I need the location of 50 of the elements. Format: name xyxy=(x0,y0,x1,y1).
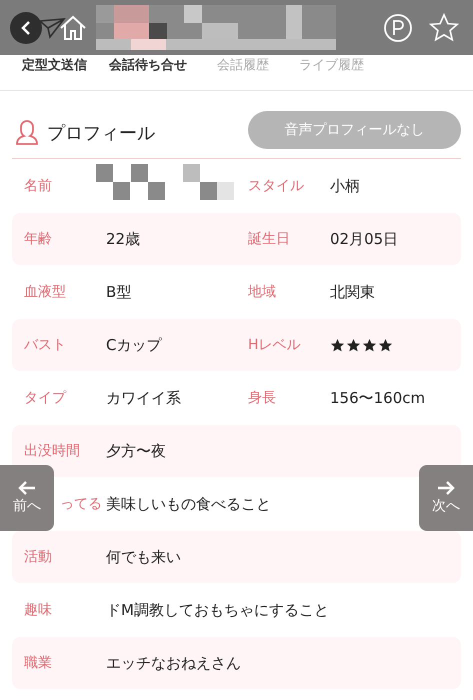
star-icon xyxy=(330,338,345,352)
next-button[interactable]: 次へ xyxy=(419,465,473,531)
field-label: 活動 xyxy=(24,548,52,566)
home-button[interactable] xyxy=(58,14,88,42)
favorite-button[interactable] xyxy=(429,12,459,42)
section-title: プロフィール xyxy=(47,122,155,146)
arrow-left-icon xyxy=(17,480,37,496)
star-icon xyxy=(378,338,393,352)
star-icon xyxy=(362,338,377,352)
previous-button[interactable]: 前へ xyxy=(0,465,54,531)
field-label: スタイル xyxy=(248,176,304,196)
field-value: 夕方〜夜 xyxy=(106,440,166,462)
field-value: 02月05日 xyxy=(330,228,398,250)
field-label: Hレベル xyxy=(248,336,301,354)
field-value: Cカップ xyxy=(106,334,162,356)
field-value: 美味しいもの食べること xyxy=(106,494,271,515)
field-value: 156〜160cm xyxy=(330,388,426,409)
person-icon xyxy=(15,119,39,147)
field-label: 誕生日 xyxy=(248,230,290,248)
field-value: 何でも来い xyxy=(106,546,181,568)
arrow-right-icon xyxy=(436,480,456,496)
field-value: エッチなおねえさん xyxy=(106,652,241,674)
field-value: 北関東 xyxy=(330,282,375,303)
field-label: 職業 xyxy=(24,654,52,672)
field-value: B型 xyxy=(106,282,132,303)
field-value: 22歳 xyxy=(106,228,140,250)
field-label: 出没時間 xyxy=(24,442,80,460)
field-label: 地域 xyxy=(248,282,276,302)
field-value: 小柄 xyxy=(330,176,360,197)
paper-plane-icon xyxy=(38,16,66,38)
circled-p-icon xyxy=(383,12,413,42)
field-label: ってる xyxy=(60,494,102,514)
field-label: 年齢 xyxy=(24,230,52,248)
voice-profile-button[interactable]: 音声プロフィールなし xyxy=(248,111,461,149)
field-label: 趣味 xyxy=(24,600,52,620)
field-label: 血液型 xyxy=(24,282,66,302)
tab[interactable]: 会話待ち合せ xyxy=(109,56,187,76)
back-button[interactable] xyxy=(10,12,42,44)
field-label: 名前 xyxy=(24,176,52,196)
chevron-left-icon xyxy=(20,20,32,36)
points-button[interactable] xyxy=(383,12,413,42)
field-label: バスト xyxy=(24,336,66,354)
tab[interactable]: 定型文送信 xyxy=(22,56,87,76)
star-icon xyxy=(346,338,361,352)
field-value: カワイイ系 xyxy=(106,388,181,409)
field-value: ドM調教しておもちゃにすること xyxy=(106,600,329,621)
star-outline-icon xyxy=(429,12,459,42)
field-label: タイプ xyxy=(24,388,66,408)
home-icon xyxy=(58,14,88,42)
field-label: 身長 xyxy=(248,388,276,408)
